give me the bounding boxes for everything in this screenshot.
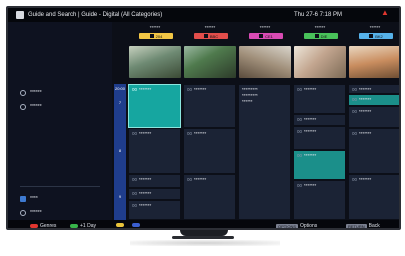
program-cell[interactable]: 00 *******	[128, 200, 181, 220]
program-cell[interactable]: 00 *******	[183, 174, 236, 220]
left-menu-item[interactable]: ******	[20, 88, 42, 97]
program-cell[interactable]: 00 *******	[293, 114, 346, 126]
left-menu: ****** ****** **** ******	[8, 22, 112, 228]
channel-badge: BBC	[194, 33, 228, 39]
program-cell[interactable]: 00 *******	[348, 106, 399, 128]
time-label: 9	[118, 194, 122, 199]
guide-icon	[20, 195, 26, 202]
channel-header-2[interactable]: ****** BBC	[184, 22, 236, 46]
options-hint[interactable]: OPTIONS Options	[276, 223, 317, 229]
channel-header-5[interactable]: ****** BK2	[349, 22, 399, 46]
channel-column-5: 00 ******* 00 ******* 00 ******* 00 ******* …	[348, 84, 399, 224]
guide-app-icon	[16, 11, 24, 19]
person-icon	[20, 103, 26, 110]
channel-thumbnail	[129, 46, 181, 78]
current-time-marker-icon: ▲	[381, 8, 389, 17]
left-menu-item[interactable]: ******	[20, 102, 42, 111]
program-cell[interactable]: 00 *******	[293, 126, 346, 150]
program-cell[interactable]: 00 *******	[293, 150, 346, 180]
channel-header-4[interactable]: ****** DIE	[294, 22, 346, 46]
program-cell[interactable]: 00 *******	[183, 84, 236, 128]
clock-icon	[20, 89, 26, 96]
channel-column-2: 00 ******* 00 ******* 00 *******	[183, 84, 236, 224]
channel-thumbnail	[239, 46, 291, 78]
program-cell[interactable]: 00 *******	[348, 174, 399, 220]
channel-badge: 204	[139, 33, 173, 39]
yellow-button-hint[interactable]	[116, 223, 124, 227]
left-menu-item[interactable]: ******	[20, 208, 42, 217]
time-label: 7	[118, 100, 122, 105]
time-bar: 20:00 7 8 9	[114, 84, 126, 222]
divider	[20, 186, 100, 187]
guide-header: Guide and Search | Guide - Digital (All …	[8, 8, 399, 22]
tv-screen: Guide and Search | Guide - Digital (All …	[6, 6, 401, 230]
program-cell[interactable]: 00 *******	[128, 84, 181, 128]
program-cell[interactable]: 00 *******	[293, 180, 346, 220]
program-cell[interactable]: ********* ********* ******	[238, 84, 291, 220]
tv-shadow	[130, 240, 280, 246]
channel-thumbnail	[349, 46, 399, 78]
channel-thumbnail	[294, 46, 346, 78]
channel-thumbnail	[184, 46, 236, 78]
tv-stand-base	[172, 236, 234, 239]
options-key: OPTIONS	[276, 223, 299, 229]
program-cell[interactable]: 00 *******	[128, 128, 181, 174]
red-button-hint[interactable]: Genres	[30, 223, 56, 228]
program-cell[interactable]: 00 *******	[348, 84, 399, 94]
guide-title: Guide and Search | Guide - Digital (All …	[28, 12, 163, 18]
time-label: 8	[118, 148, 122, 153]
guide-footer: Genres +1 Day OPTIONS Options RETURN Bac…	[8, 220, 399, 229]
time-label: 20:00	[115, 86, 126, 91]
clock: Thu 27-6 7:18 PM	[294, 12, 343, 18]
channel-badge: DIE	[304, 33, 338, 39]
blue-button-hint[interactable]	[132, 223, 140, 227]
channel-column-3: ********* ********* ******	[238, 84, 291, 224]
yellow-key-icon	[116, 223, 124, 227]
channel-column-1: 00 ******* 00 ******* 00 ******* 00 ******* …	[128, 84, 181, 224]
program-cell[interactable]: 00 *******	[348, 94, 399, 106]
back-hint[interactable]: RETURN Back	[346, 223, 380, 229]
green-button-hint[interactable]: +1 Day	[70, 223, 96, 228]
red-key-icon	[30, 224, 38, 228]
channel-header-1[interactable]: ****** 204	[129, 22, 181, 46]
program-cell[interactable]: 00 *******	[293, 84, 346, 114]
left-menu-item[interactable]: ****	[20, 194, 38, 203]
channel-badge: CE1	[249, 33, 283, 39]
search-icon	[20, 209, 26, 216]
blue-key-icon	[132, 223, 140, 227]
program-cell[interactable]: 00 *******	[348, 128, 399, 174]
channel-header-3[interactable]: ****** CE1	[239, 22, 291, 46]
return-key: RETURN	[346, 223, 367, 229]
channel-column-4: 00 ******* 00 ******* 00 ******* 00 ******* …	[293, 84, 346, 224]
green-key-icon	[70, 224, 78, 228]
channel-badge: BK2	[359, 33, 393, 39]
program-cell[interactable]: 00 *******	[128, 188, 181, 200]
program-cell[interactable]: 00 *******	[183, 128, 236, 174]
program-cell[interactable]: 00 *******	[128, 174, 181, 188]
